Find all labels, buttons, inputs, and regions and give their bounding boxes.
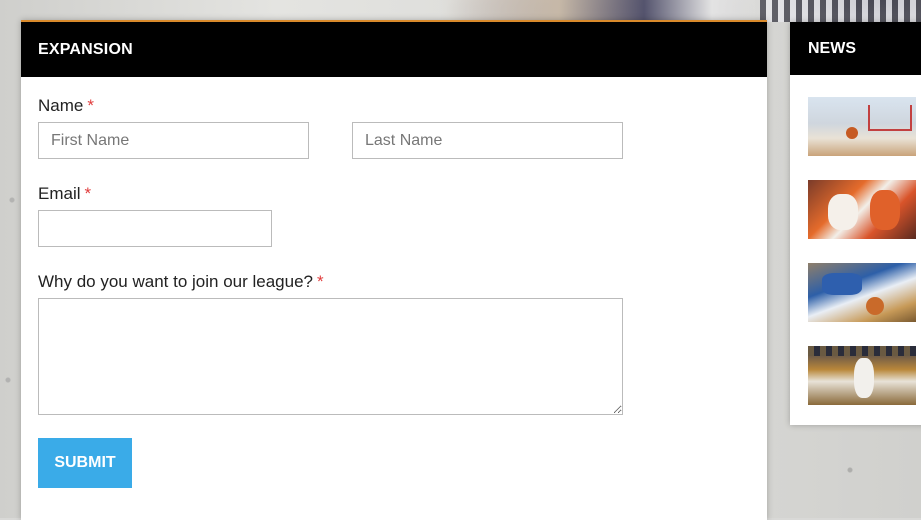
hoop-shape: [868, 105, 912, 131]
email-label-text: Email: [38, 184, 81, 203]
news-thumbnail-player-dive-photo[interactable]: [808, 263, 916, 322]
background-photo-jersey: [760, 0, 921, 22]
email-label: Email *: [38, 184, 91, 204]
player-figure: [828, 194, 858, 230]
basketball-icon: [866, 297, 884, 315]
email-input[interactable]: [38, 210, 272, 247]
player-figure: [854, 358, 874, 398]
reason-textarea[interactable]: [38, 298, 623, 415]
background-photo: [440, 0, 780, 22]
player-figure: [870, 190, 900, 230]
news-thumbnail-basketball-hoop-photo[interactable]: [808, 97, 916, 156]
last-name-input[interactable]: [352, 122, 623, 159]
question-label-text: Why do you want to join our league?: [38, 272, 314, 291]
question-label: Why do you want to join our league? *: [38, 272, 324, 292]
news-thumbnail-dunk-arena-photo[interactable]: [808, 346, 916, 405]
name-label-text: Name: [38, 96, 84, 115]
news-panel: NEWS: [790, 22, 921, 425]
arena-rafters: [808, 346, 916, 356]
required-marker: *: [87, 96, 94, 115]
first-name-input[interactable]: [38, 122, 309, 159]
basketball-icon: [846, 127, 858, 139]
news-thumbnail-players-contest-photo[interactable]: [808, 180, 916, 239]
expansion-form-panel: EXPANSION Name* Email* Why do you want t…: [21, 20, 767, 520]
form-panel-title: EXPANSION: [21, 22, 767, 77]
required-marker: *: [84, 184, 92, 203]
name-label: Name *: [38, 96, 94, 116]
required-marker: *: [317, 272, 324, 291]
player-figure: [822, 273, 862, 295]
submit-button[interactable]: SUBMIT: [38, 438, 132, 488]
news-panel-title: NEWS: [790, 22, 921, 75]
